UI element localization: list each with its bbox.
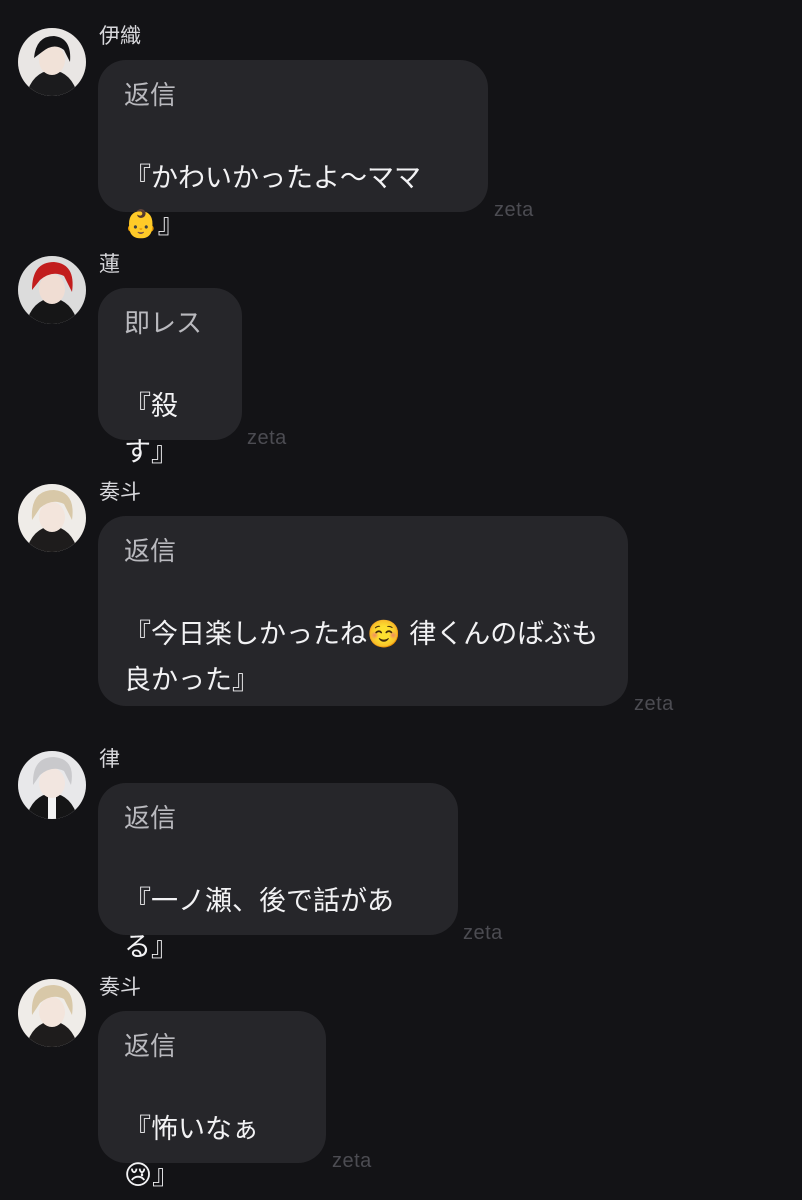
message-bubble[interactable]: 返信 『怖いなぁ😢』 [98,1011,326,1191]
sender-name: 伊織 [99,24,141,48]
blonde-hair-avatar-icon [18,979,86,1047]
avatar[interactable] [18,484,86,552]
silver-hair-avatar-icon [18,751,86,819]
red-hair-avatar-icon [18,256,86,324]
avatar[interactable] [18,751,86,819]
message-label: 返信 [124,804,177,834]
message-label: 返信 [124,537,177,567]
zeta-watermark: zeta [463,922,503,944]
message-label: 即レス [124,309,203,339]
message-text: 『今日楽しかったね☺️ 律くんのばぶも良かった』 [124,619,599,696]
avatar[interactable] [18,28,86,96]
message-text: 『かわいかったよ〜ママ👶』 [124,163,421,240]
zeta-watermark: zeta [332,1150,372,1172]
avatar[interactable] [18,979,86,1047]
sender-name: 奏斗 [99,480,141,504]
message-bubble[interactable]: 返信 『一ノ瀬、後で話がある』 [98,783,458,963]
dark-hair-avatar-icon [18,28,86,96]
message-bubble[interactable]: 返信 『今日楽しかったね☺️ 律くんのばぶも良かった』 [98,516,628,706]
sender-name: 奏斗 [99,975,141,999]
sender-name: 蓮 [99,252,120,276]
zeta-watermark: zeta [494,199,534,221]
message-text: 『怖いなぁ😢』 [124,1114,259,1191]
message-text: 『一ノ瀬、後で話がある』 [124,886,394,963]
message-label: 返信 [124,81,177,111]
zeta-watermark: zeta [247,427,287,449]
message-bubble[interactable]: 即レス 『殺す』 [98,288,242,468]
blonde-hair-avatar-icon [18,484,86,552]
sender-name: 律 [99,747,120,771]
message-bubble[interactable]: 返信 『かわいかったよ〜ママ👶』 [98,60,488,240]
message-label: 返信 [124,1032,177,1062]
message-text: 『殺す』 [124,391,178,468]
avatar[interactable] [18,256,86,324]
zeta-watermark: zeta [634,693,674,715]
